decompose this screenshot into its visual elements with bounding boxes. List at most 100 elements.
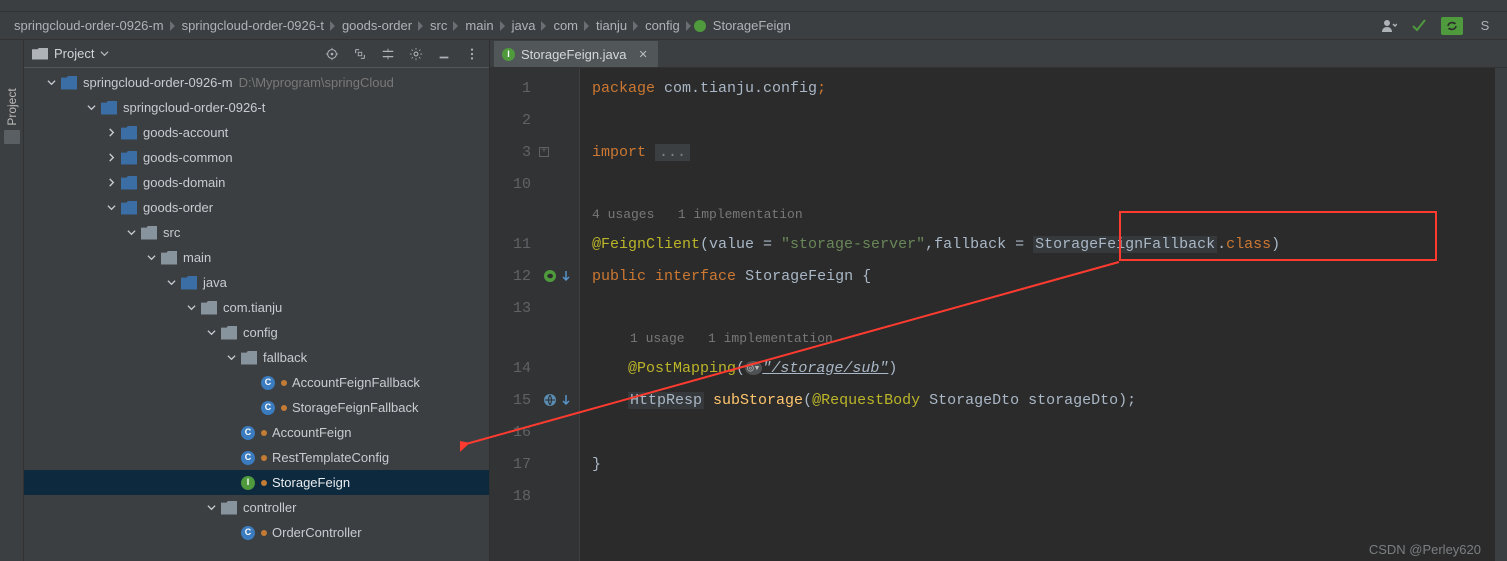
- checkmark-icon[interactable]: [1411, 18, 1427, 34]
- code-body[interactable]: package com.tianju.config; import ... 4 …: [580, 68, 1507, 561]
- folder-icon: [141, 226, 157, 240]
- folder-icon: [161, 251, 177, 265]
- close-icon[interactable]: ✕: [639, 48, 648, 61]
- interface-icon: I: [502, 48, 515, 61]
- interface-icon: [694, 20, 706, 32]
- tree-row[interactable]: CRestTemplateConfig: [24, 445, 489, 470]
- scrollbar[interactable]: [1495, 68, 1507, 561]
- tree-row[interactable]: java: [24, 270, 489, 295]
- mapping-inline-icon[interactable]: ◎▾: [745, 361, 762, 375]
- modified-dot-icon: [261, 530, 267, 536]
- bc-item[interactable]: springcloud-order-0926-m: [10, 18, 168, 33]
- spring-bean-icon[interactable]: [543, 269, 573, 283]
- tree-row[interactable]: src: [24, 220, 489, 245]
- tree-label: RestTemplateConfig: [272, 450, 389, 465]
- folder-icon: [32, 48, 48, 60]
- folded-code[interactable]: ...: [655, 144, 690, 161]
- tree-row[interactable]: config: [24, 320, 489, 345]
- bc-item[interactable]: config: [641, 18, 684, 33]
- chevron-down-icon[interactable]: [100, 46, 109, 61]
- project-tool-rail[interactable]: Project: [0, 40, 24, 561]
- bc-item[interactable]: src: [426, 18, 451, 33]
- bc-item[interactable]: tianju: [592, 18, 631, 33]
- module-icon: [101, 101, 117, 115]
- gear-icon[interactable]: [407, 45, 425, 63]
- project-tree[interactable]: springcloud-order-0926-m D:\Myprogram\sp…: [24, 68, 489, 561]
- minimize-icon[interactable]: [435, 45, 453, 63]
- sync-icon[interactable]: [1441, 17, 1463, 35]
- code-editor[interactable]: 1 2 3+ 10 11 12 13 14 15 16 17 18: [490, 68, 1507, 561]
- more-icon[interactable]: S: [1477, 18, 1493, 34]
- chevron-down-icon[interactable]: [104, 201, 118, 215]
- tree-row[interactable]: CAccountFeign: [24, 420, 489, 445]
- modified-dot-icon: [261, 430, 267, 436]
- tree-row[interactable]: goods-domain: [24, 170, 489, 195]
- collapse-icon[interactable]: [379, 45, 397, 63]
- bc-item[interactable]: main: [461, 18, 497, 33]
- editor-tabs[interactable]: I StorageFeign.java ✕: [490, 40, 1507, 68]
- tree-row[interactable]: CStorageFeignFallback: [24, 395, 489, 420]
- expand-icon[interactable]: [351, 45, 369, 63]
- package-icon: [201, 301, 217, 315]
- chevron-down-icon[interactable]: [204, 501, 218, 515]
- tree-row[interactable]: goods-common: [24, 145, 489, 170]
- chevron-right-icon: [686, 21, 692, 31]
- modified-dot-icon: [261, 480, 267, 486]
- project-title[interactable]: Project: [54, 46, 94, 61]
- tab-storagefeign[interactable]: I StorageFeign.java ✕: [494, 41, 658, 67]
- bc-item[interactable]: StorageFeign: [709, 18, 795, 33]
- chevron-down-icon[interactable]: [224, 351, 238, 365]
- bc-item[interactable]: springcloud-order-0926-t: [178, 18, 328, 33]
- chevron-down-icon[interactable]: [84, 101, 98, 115]
- chevron-right-icon: [633, 21, 639, 31]
- user-dropdown-icon[interactable]: [1381, 18, 1397, 34]
- chevron-right-icon[interactable]: [104, 126, 118, 140]
- chevron-down-icon[interactable]: [184, 301, 198, 315]
- tree-row[interactable]: springcloud-order-0926-t: [24, 95, 489, 120]
- tree-row[interactable]: goods-order: [24, 195, 489, 220]
- module-icon: [121, 126, 137, 140]
- chevron-right-icon[interactable]: [104, 176, 118, 190]
- tree-label: java: [203, 275, 227, 290]
- tree-label: src: [163, 225, 180, 240]
- chevron-down-icon[interactable]: [144, 251, 158, 265]
- watermark: CSDN @Perley620: [1369, 542, 1481, 557]
- tree-label: springcloud-order-0926-t: [123, 100, 265, 115]
- chevron-down-icon[interactable]: [164, 276, 178, 290]
- chevron-down-icon[interactable]: [204, 326, 218, 340]
- inlay-hint: 1 usage 1 implementation: [580, 324, 1507, 352]
- more-vert-icon[interactable]: [463, 45, 481, 63]
- tree-row[interactable]: com.tianju: [24, 295, 489, 320]
- tree-row[interactable]: COrderController: [24, 520, 489, 545]
- bc-item[interactable]: com: [549, 18, 582, 33]
- bc-item[interactable]: goods-order: [338, 18, 416, 33]
- bc-item[interactable]: java: [508, 18, 540, 33]
- tree-label: controller: [243, 500, 296, 515]
- tree-row[interactable]: controller: [24, 495, 489, 520]
- tree-label: fallback: [263, 350, 307, 365]
- web-mapping-icon[interactable]: [543, 393, 573, 407]
- gutter: 1 2 3+ 10 11 12 13 14 15 16 17 18: [490, 68, 580, 561]
- tree-label: goods-account: [143, 125, 228, 140]
- chevron-right-icon[interactable]: [104, 151, 118, 165]
- target-icon[interactable]: [323, 45, 341, 63]
- tree-label: config: [243, 325, 278, 340]
- tree-row[interactable]: fallback: [24, 345, 489, 370]
- tree-row[interactable]: springcloud-order-0926-m D:\Myprogram\sp…: [24, 70, 489, 95]
- modified-dot-icon: [261, 455, 267, 461]
- module-icon: [121, 151, 137, 165]
- tree-label: goods-domain: [143, 175, 225, 190]
- package-icon: [221, 501, 237, 515]
- chevron-down-icon[interactable]: [124, 226, 138, 240]
- tree-row[interactable]: goods-account: [24, 120, 489, 145]
- class-icon: C: [261, 376, 275, 390]
- project-panel: Project springcloud-order-0926-m D:\Mypr…: [24, 40, 490, 561]
- module-icon: [121, 201, 137, 215]
- tree-row[interactable]: CAccountFeignFallback: [24, 370, 489, 395]
- chevron-down-icon[interactable]: [44, 76, 58, 90]
- tree-label: goods-common: [143, 150, 233, 165]
- tree-row[interactable]: IStorageFeign: [24, 470, 489, 495]
- tree-row[interactable]: main: [24, 245, 489, 270]
- chevron-right-icon: [584, 21, 590, 31]
- fold-icon[interactable]: +: [539, 147, 549, 157]
